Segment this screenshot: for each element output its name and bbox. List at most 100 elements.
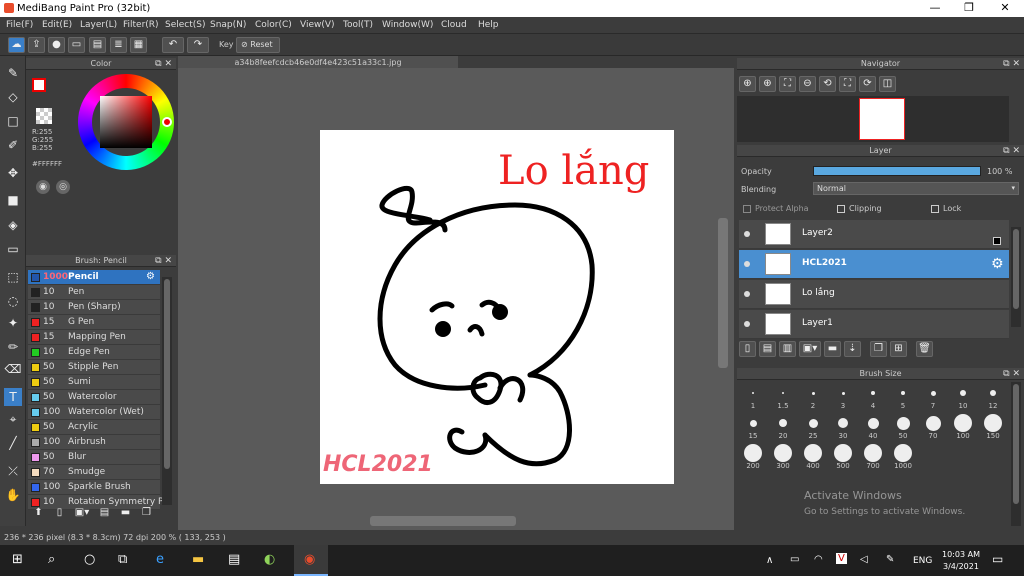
menu-layer[interactable]: Layer(L) [80,20,117,30]
brush-item[interactable]: 50 Blur [28,450,160,465]
menu-tool[interactable]: Tool(T) [343,20,373,30]
menu-help[interactable]: Help [478,20,499,30]
layer-scroll-thumb[interactable] [1013,229,1019,309]
page-icon[interactable]: ▤ [89,37,106,53]
new-halftone-layer-icon[interactable]: ▤ [759,341,776,357]
rotate-left-icon[interactable]: ⟲ [819,76,836,92]
brush-size-option[interactable]: 12 [979,384,1007,410]
bucket-tool-icon[interactable]: ◈ [4,216,22,234]
navigator-preview[interactable] [737,96,1009,142]
brush-size-option[interactable]: 70 [919,414,947,440]
brush-size-option[interactable]: 200 [739,444,767,470]
menu-snap[interactable]: Snap(N) [210,20,246,30]
brush-menu-icon[interactable]: ▣▾ [72,507,92,523]
search-icon[interactable]: ⌕ [48,552,55,567]
gear-icon[interactable]: ⚙ [146,270,155,284]
new-page-icon[interactable]: ▯ [51,507,68,523]
brush-item[interactable]: 1000 Pencil ⚙ [28,270,160,285]
brush-size-option[interactable]: 1.5 [769,384,797,410]
brush-size-option[interactable]: 15 [739,414,767,440]
transparent-swatch[interactable] [36,108,52,124]
add-brush-icon[interactable]: ⬆ [30,507,47,523]
brush-size-option[interactable]: 2 [799,384,827,410]
color-history-icon[interactable]: ◎ [56,180,70,194]
brush-size-option[interactable]: 5 [889,384,917,410]
select-tool-icon[interactable]: ⬚ [4,268,22,286]
cloud-icon[interactable]: ☁ [8,37,25,53]
brush-size-option[interactable]: 150 [979,414,1007,440]
layer-row[interactable]: Layer2 [739,220,1009,249]
merge-layer-icon[interactable]: ⊞ [890,341,907,357]
move-tool-icon[interactable]: ✥ [4,164,22,182]
rotate-right-icon[interactable]: ⟳ [859,76,876,92]
brush-tool-icon[interactable]: ✎ [4,64,22,82]
brush-size-option[interactable]: 400 [799,444,827,470]
brush-item[interactable]: 70 Smudge [28,465,160,480]
panel-close-icon[interactable]: ⧉ ✕ [155,255,172,267]
brush-size-option[interactable]: 25 [799,414,827,440]
brush-size-scrollbar[interactable] [1011,382,1021,526]
panel-close-icon[interactable]: ⧉ ✕ [1003,368,1020,380]
paint-app-icon[interactable]: ◐ [264,552,275,567]
close-icon[interactable]: ✕ [988,0,1022,17]
store-icon[interactable]: ▤ [228,552,240,567]
brush-item[interactable]: 50 Acrylic [28,420,160,435]
vertical-scroll-thumb[interactable] [718,218,728,368]
brush-size-option[interactable]: 10 [949,384,977,410]
text-tool-icon[interactable]: T [4,388,22,406]
layer-row[interactable]: Lo lắng [739,280,1009,309]
comment-icon[interactable]: ● [48,37,65,53]
brush-item[interactable]: 10 Pen (Sharp) [28,300,160,315]
notification-icon[interactable]: ▭ [992,552,1003,566]
lock-option[interactable]: Lock [931,204,961,213]
pen-workspace-icon[interactable]: ✎ [886,554,894,565]
protect-alpha-option[interactable]: Protect Alpha [743,204,809,213]
brush-scroll-thumb[interactable] [164,279,170,469]
visibility-icon[interactable] [744,261,750,267]
brush-size-scroll-thumb[interactable] [1013,384,1019,504]
brush-item[interactable]: 100 Airbrush [28,435,160,450]
menu-color[interactable]: Color(C) [255,20,292,30]
upload-icon[interactable]: ⇪ [28,37,45,53]
volume-icon[interactable]: ◁ [860,554,868,565]
duplicate-icon[interactable]: ❐ [138,507,155,523]
restore-icon[interactable]: ❐ [952,0,986,17]
redo-icon[interactable]: ↷ [187,37,209,53]
magic-wand-icon[interactable]: ✦ [4,314,22,332]
menu-select[interactable]: Select(S) [165,20,206,30]
brush-size-option[interactable]: 4 [859,384,887,410]
brush-item[interactable]: 100 Watercolor (Wet) [28,405,160,420]
menu-window[interactable]: Window(W) [382,20,433,30]
flip-icon[interactable]: ◫ [879,76,896,92]
file-explorer-icon[interactable]: ▬ [192,552,204,567]
cortana-icon[interactable]: ○ [84,552,95,567]
reset-button[interactable]: ⊘ Reset [236,37,280,53]
brush-size-option[interactable]: 1 [739,384,767,410]
brush-item[interactable]: 15 Mapping Pen [28,330,160,345]
menu-cloud[interactable]: Cloud [441,20,467,30]
list-icon[interactable]: ≣ [110,37,127,53]
add-layer-menu-icon[interactable]: ▣▾ [799,341,821,357]
vietkey-icon[interactable]: V [836,553,847,564]
brush-scrollbar[interactable] [162,277,172,505]
palette-icon[interactable]: ◉ [36,180,50,194]
clock[interactable]: 10:03 AM 3/4/2021 [942,549,980,573]
eraser-tool-icon[interactable]: ◇ [4,88,22,106]
brush-size-option[interactable]: 50 [889,414,917,440]
zoom-in-icon[interactable]: ⊕ [739,76,756,92]
drawing-canvas[interactable]: Lo lắng HCL2021 [320,130,674,484]
menu-edit[interactable]: Edit(E) [42,20,72,30]
blending-select[interactable]: Normal ▾ [813,182,1019,195]
battery-icon[interactable]: ▭ [790,554,799,565]
grid-icon[interactable]: ▦ [130,37,147,53]
protect-alpha-checkbox[interactable] [743,204,751,213]
chevron-up-icon[interactable]: ∧ [766,555,773,566]
duplicate-layer-icon[interactable]: ❐ [870,341,887,357]
saturation-value-square[interactable] [100,96,152,148]
folder-icon[interactable]: ▬ [117,507,134,523]
minimize-icon[interactable]: — [918,0,952,17]
select-eraser-icon[interactable]: ⌫ [4,360,22,378]
windows-start-icon[interactable]: ⊞ [12,552,23,567]
actual-size-icon[interactable]: ⛶ [839,76,856,92]
brush-size-option[interactable]: 1000 [889,444,917,470]
